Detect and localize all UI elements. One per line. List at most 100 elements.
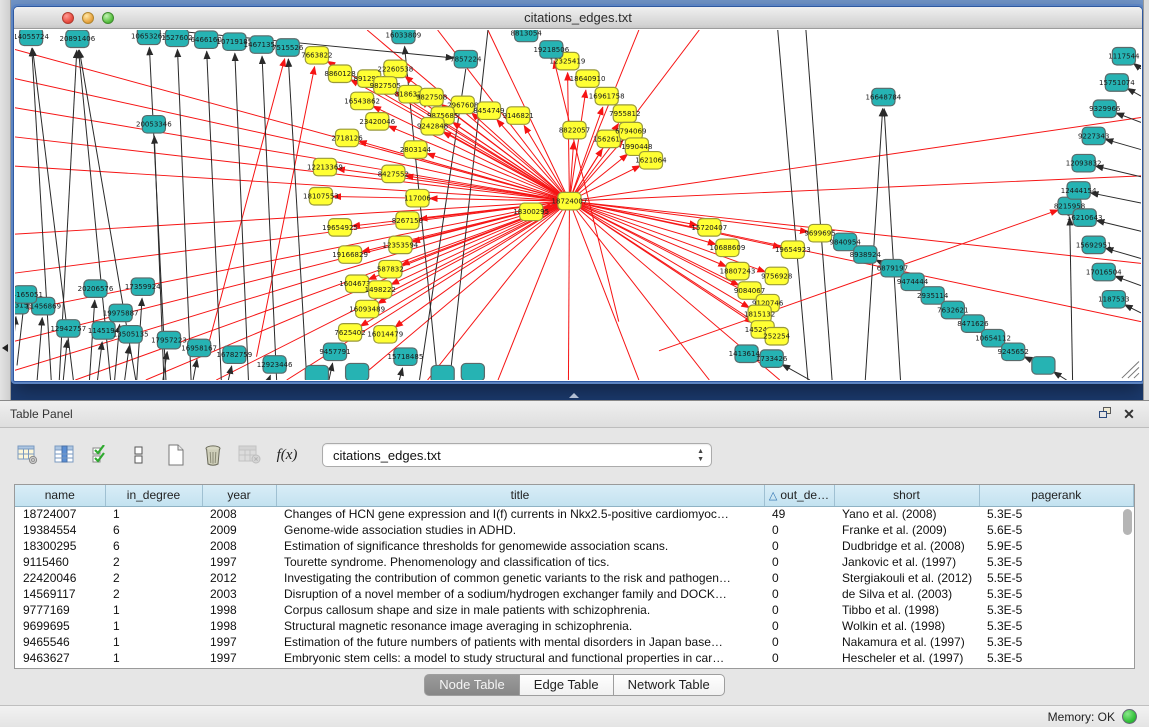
attribute-table[interactable]: namein_degreeyeartitle△out_de…shortpager…	[14, 484, 1135, 669]
graph-node[interactable]: 15751074	[1099, 74, 1135, 92]
table-row[interactable]: 2242004622012Investigating the contribut…	[15, 570, 1134, 586]
graph-node[interactable]: 16033809	[386, 30, 422, 44]
table-row[interactable]: 1456911722003Disruption of a novel membe…	[15, 586, 1134, 602]
graph-node[interactable]: 1187533	[1098, 291, 1129, 309]
table-row[interactable]: 977716911998Corpus callosum shape and si…	[15, 602, 1134, 618]
table-selector-dropdown[interactable]: citations_edges.txt ▲▼	[322, 443, 712, 467]
graph-node[interactable]: 20891406	[60, 30, 96, 48]
graph-node[interactable]: 9245652	[998, 343, 1029, 361]
graph-node[interactable]: 12353594	[383, 236, 419, 254]
graph-node[interactable]: 16961758	[589, 87, 625, 105]
graph-node[interactable]: 19654923	[775, 241, 811, 259]
float-panel-button[interactable]	[1095, 405, 1115, 423]
show-columns-button[interactable]	[51, 441, 79, 469]
graph-node[interactable]: 1117544	[1108, 48, 1139, 66]
graph-node[interactable]: 7625402	[334, 324, 365, 342]
graph-node[interactable]: 8427552	[378, 165, 409, 183]
select-rows-button[interactable]	[88, 441, 116, 469]
graph-node[interactable]: 1621064	[635, 152, 666, 170]
graph-node[interactable]: 18107553	[303, 188, 339, 206]
graph-node[interactable]: 7857224	[450, 50, 481, 68]
graph-node[interactable]: 9756928	[761, 267, 792, 285]
graph-node[interactable]: 18640910	[570, 70, 606, 88]
tab-node-table[interactable]: Node Table	[424, 674, 520, 696]
network-canvas[interactable]: 1872400718300295766382288601288912954222…	[15, 30, 1141, 380]
graph-node[interactable]	[461, 363, 484, 380]
graph-node[interactable]: 252254	[763, 328, 790, 346]
graph-node[interactable]: 9227343	[1078, 127, 1109, 145]
table-row[interactable]: 969969511998Structural magnetic resonanc…	[15, 618, 1134, 634]
graph-node[interactable]: 20053346	[136, 116, 172, 134]
graph-node[interactable]: 9146821	[502, 107, 533, 125]
graph-node[interactable]	[305, 365, 328, 380]
network-window-titlebar[interactable]: citations_edges.txt	[14, 7, 1142, 29]
graph-node[interactable]: 7663822	[301, 47, 332, 65]
graph-node[interactable]: 9242848	[417, 118, 448, 136]
table-scrollbar-thumb[interactable]	[1123, 509, 1132, 535]
column-header-title[interactable]: title	[276, 485, 764, 506]
network-window[interactable]: citations_edges.txt 18724007183002957663…	[13, 6, 1143, 382]
graph-node[interactable]: 7955812	[609, 105, 640, 123]
panel-collapse-arrow-icon[interactable]	[2, 344, 8, 352]
graph-node[interactable]: 8813054	[511, 30, 542, 42]
graph-node[interactable]: 14055724	[15, 30, 49, 46]
graph-node[interactable]: 6794069	[615, 122, 646, 140]
column-header-out_de[interactable]: △out_de…	[764, 485, 834, 506]
graph-node[interactable]	[431, 365, 454, 380]
graph-node[interactable]: 2803144	[400, 141, 431, 158]
table-row[interactable]: 1830029562008Estimation of significance …	[15, 538, 1134, 554]
graph-node[interactable]: 16648784	[866, 88, 902, 106]
graph-node[interactable]	[346, 363, 369, 380]
tab-edge-table[interactable]: Edge Table	[520, 674, 614, 696]
column-header-short[interactable]: short	[834, 485, 979, 506]
graph-node[interactable]: 1733426	[756, 350, 787, 368]
graph-node[interactable]: 7515526	[272, 39, 303, 57]
graph-node[interactable]: 18807243	[720, 262, 756, 280]
graph-node[interactable]: 8860128	[324, 65, 355, 83]
graph-node[interactable]: 8822057	[559, 121, 590, 139]
graph-node[interactable]: 9827508	[416, 88, 447, 106]
tab-network-table[interactable]: Network Table	[614, 674, 725, 696]
graph-node[interactable]: 12942757	[50, 320, 86, 338]
table-scrollbar[interactable]	[1123, 509, 1132, 659]
graph-node[interactable]: 19975887	[103, 304, 139, 322]
graph-node[interactable]: 17359924	[125, 278, 161, 295]
graph-node[interactable]: 1498222	[365, 281, 396, 299]
graph-node[interactable]: 2718126	[331, 129, 362, 147]
table-mode-button[interactable]	[14, 441, 42, 469]
graph-node[interactable]: 9329966	[1089, 100, 1120, 118]
graph-node[interactable]: 19166829	[332, 246, 368, 263]
column-header-in_degree[interactable]: in_degree	[105, 485, 202, 506]
row-height-button[interactable]	[125, 441, 153, 469]
memory-status-light[interactable]	[1122, 709, 1137, 724]
graph-node[interactable]: 12923446	[257, 356, 293, 374]
column-header-year[interactable]: year	[202, 485, 276, 506]
table-row[interactable]: 946362711997Embryonic stem cells: a mode…	[15, 650, 1134, 666]
graph-node[interactable]: 117006	[404, 189, 431, 207]
graph-node[interactable]: 15692951	[1076, 236, 1112, 254]
function-builder-button[interactable]: f(x)	[273, 441, 301, 469]
table-row[interactable]: 1872400712008Changes of HCN gene express…	[15, 506, 1134, 522]
column-header-name[interactable]: name	[15, 485, 105, 506]
graph-node[interactable]: 12213369	[307, 158, 343, 176]
table-row[interactable]: 911546021997Tourette syndrome. Phenomeno…	[15, 554, 1134, 570]
collapsed-control-panel[interactable]	[0, 0, 11, 400]
graph-node[interactable]: 19654925	[322, 219, 358, 237]
table-row[interactable]: 946554611997Estimation of the future num…	[15, 634, 1134, 650]
graph-node[interactable]: 23420046	[359, 113, 395, 131]
table-row[interactable]: 1938455462009Genome-wide association stu…	[15, 522, 1134, 538]
graph-node[interactable]: 587832	[377, 260, 404, 278]
window-resize-grip[interactable]	[1122, 362, 1139, 379]
close-panel-button[interactable]: ✕	[1119, 405, 1139, 423]
new-column-button[interactable]	[162, 441, 190, 469]
column-header-pagerank[interactable]: pagerank	[979, 485, 1134, 506]
graph-node[interactable]: 8938924	[850, 246, 881, 263]
graph-node[interactable]	[1032, 357, 1055, 375]
graph-node[interactable]: 1815132	[744, 305, 775, 323]
graph-node[interactable]: 1527602	[161, 30, 192, 47]
graph-node[interactable]: 12093832	[1066, 154, 1102, 172]
graph-node[interactable]: 16014479	[367, 326, 403, 344]
graph-node[interactable]: 8454749	[473, 102, 504, 120]
delete-column-button[interactable]	[199, 441, 227, 469]
graph-node[interactable]: 17016504	[1086, 263, 1122, 281]
